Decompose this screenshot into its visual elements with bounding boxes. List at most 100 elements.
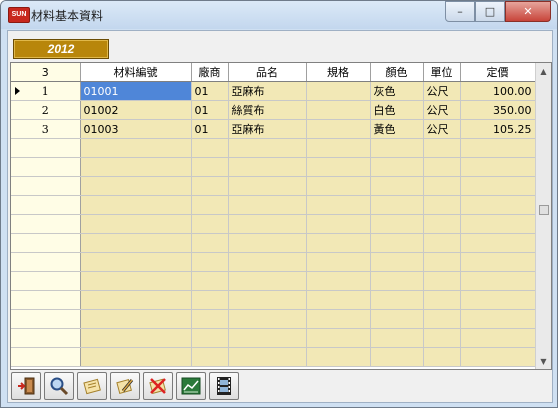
row-header[interactable] xyxy=(11,309,81,329)
minimize-button[interactable]: – xyxy=(445,1,475,22)
cell-vendor[interactable] xyxy=(191,347,229,367)
table-row[interactable]: 3 01003 01 亞麻布 黃色 公尺 105.25 xyxy=(11,119,550,139)
cell-color[interactable] xyxy=(370,309,424,329)
cell-material-code[interactable] xyxy=(80,271,192,291)
row-header[interactable]: 1 xyxy=(11,81,81,101)
table-row[interactable] xyxy=(11,176,550,196)
cell-price[interactable] xyxy=(460,138,536,158)
table-row[interactable] xyxy=(11,138,550,158)
cell-unit[interactable] xyxy=(423,347,461,367)
cell-product-name[interactable]: 亞麻布 xyxy=(228,119,307,139)
cell-vendor[interactable]: 01 xyxy=(191,119,229,139)
cell-spec[interactable] xyxy=(306,328,371,348)
film-button[interactable] xyxy=(209,372,239,400)
cell-price[interactable] xyxy=(460,328,536,348)
cell-color[interactable] xyxy=(370,214,424,234)
row-header[interactable] xyxy=(11,252,81,272)
cell-product-name[interactable]: 亞麻布 xyxy=(228,81,307,101)
delete-button[interactable] xyxy=(143,372,173,400)
cell-price[interactable] xyxy=(460,195,536,215)
cell-color[interactable] xyxy=(370,347,424,367)
cell-price[interactable] xyxy=(460,252,536,272)
cell-spec[interactable] xyxy=(306,195,371,215)
cell-vendor[interactable] xyxy=(191,290,229,310)
cell-material-code[interactable]: 01001 xyxy=(80,81,192,101)
cell-unit[interactable]: 公尺 xyxy=(423,100,461,120)
cell-material-code[interactable] xyxy=(80,309,192,329)
maximize-button[interactable]: □ xyxy=(475,1,505,22)
cell-unit[interactable] xyxy=(423,157,461,177)
cell-product-name[interactable] xyxy=(228,138,307,158)
row-header[interactable] xyxy=(11,347,81,367)
cell-vendor[interactable] xyxy=(191,176,229,196)
exit-button[interactable] xyxy=(11,372,41,400)
cell-color[interactable] xyxy=(370,252,424,272)
cell-spec[interactable] xyxy=(306,138,371,158)
cell-product-name[interactable] xyxy=(228,157,307,177)
cell-vendor[interactable] xyxy=(191,328,229,348)
cell-color[interactable] xyxy=(370,138,424,158)
cell-price[interactable]: 350.00 xyxy=(460,100,536,120)
cell-spec[interactable] xyxy=(306,214,371,234)
cell-unit[interactable]: 公尺 xyxy=(423,119,461,139)
row-header[interactable] xyxy=(11,214,81,234)
cell-color[interactable] xyxy=(370,328,424,348)
cell-price[interactable] xyxy=(460,176,536,196)
cell-material-code[interactable] xyxy=(80,347,192,367)
scroll-up-icon[interactable]: ▲ xyxy=(536,63,551,79)
cell-product-name[interactable]: 絲質布 xyxy=(228,100,307,120)
table-row[interactable] xyxy=(11,347,550,367)
cell-material-code[interactable] xyxy=(80,328,192,348)
edit-button[interactable] xyxy=(110,372,140,400)
cell-spec[interactable] xyxy=(306,157,371,177)
cell-unit[interactable] xyxy=(423,233,461,253)
cell-vendor[interactable]: 01 xyxy=(191,81,229,101)
cell-color[interactable]: 白色 xyxy=(370,100,424,120)
cell-spec[interactable] xyxy=(306,81,371,101)
table-row[interactable] xyxy=(11,195,550,215)
cell-price[interactable]: 100.00 xyxy=(460,81,536,101)
row-header[interactable] xyxy=(11,195,81,215)
row-header[interactable] xyxy=(11,176,81,196)
cell-product-name[interactable] xyxy=(228,347,307,367)
cell-vendor[interactable]: 01 xyxy=(191,100,229,120)
cell-material-code[interactable] xyxy=(80,195,192,215)
cell-material-code[interactable]: 01002 xyxy=(80,100,192,120)
cell-vendor[interactable] xyxy=(191,214,229,234)
cell-spec[interactable] xyxy=(306,233,371,253)
year-badge[interactable]: 2012 xyxy=(13,39,109,59)
cell-price[interactable] xyxy=(460,157,536,177)
cell-color[interactable] xyxy=(370,271,424,291)
table-row[interactable] xyxy=(11,157,550,177)
close-button[interactable]: ✕ xyxy=(505,1,551,22)
table-row[interactable]: 1 01001 01 亞麻布 灰色 公尺 100.00 xyxy=(11,81,550,101)
scroll-down-icon[interactable]: ▼ xyxy=(536,353,551,369)
cell-vendor[interactable] xyxy=(191,271,229,291)
table-row[interactable] xyxy=(11,271,550,291)
scroll-thumb[interactable] xyxy=(539,205,549,215)
chart-button[interactable] xyxy=(176,372,206,400)
column-header-spec[interactable]: 規格 xyxy=(306,63,371,82)
cell-unit[interactable] xyxy=(423,271,461,291)
cell-product-name[interactable] xyxy=(228,233,307,253)
cell-product-name[interactable] xyxy=(228,195,307,215)
cell-price[interactable] xyxy=(460,309,536,329)
cell-vendor[interactable] xyxy=(191,195,229,215)
cell-price[interactable] xyxy=(460,347,536,367)
table-row[interactable] xyxy=(11,233,550,253)
cell-price[interactable] xyxy=(460,233,536,253)
cell-spec[interactable] xyxy=(306,252,371,272)
cell-spec[interactable] xyxy=(306,119,371,139)
cell-product-name[interactable] xyxy=(228,309,307,329)
cell-product-name[interactable] xyxy=(228,271,307,291)
cell-spec[interactable] xyxy=(306,347,371,367)
cell-product-name[interactable] xyxy=(228,328,307,348)
cell-spec[interactable] xyxy=(306,176,371,196)
cell-product-name[interactable] xyxy=(228,290,307,310)
column-header-unit[interactable]: 單位 xyxy=(423,63,461,82)
cell-material-code[interactable] xyxy=(80,138,192,158)
cell-vendor[interactable] xyxy=(191,157,229,177)
row-header[interactable]: 3 xyxy=(11,119,81,139)
column-header-price[interactable]: 定價 xyxy=(460,63,536,82)
cell-unit[interactable] xyxy=(423,290,461,310)
